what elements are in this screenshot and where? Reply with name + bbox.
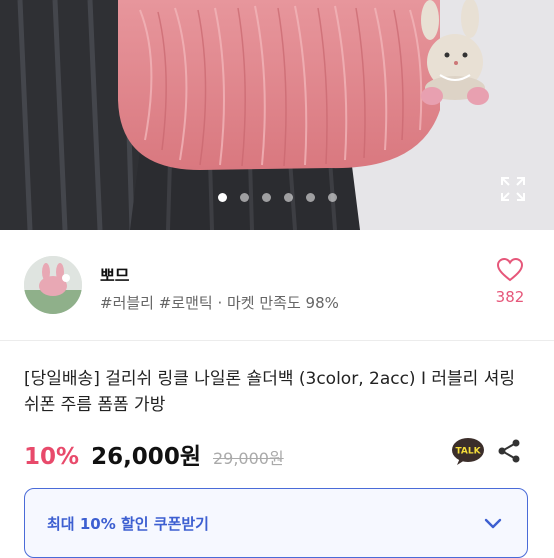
coupon-download-button[interactable]: 최대 10% 할인 쿠폰받기 <box>24 488 528 558</box>
carousel-dot[interactable] <box>305 192 315 202</box>
discount-rate: 10% <box>24 444 80 470</box>
chevron-down-icon <box>484 518 502 529</box>
seller-name[interactable]: 뽀므 <box>100 262 129 286</box>
sale-price: 26,000원 <box>91 444 201 470</box>
carousel-dot[interactable] <box>261 192 271 202</box>
coupon-label: 최대 10% 할인 쿠폰받기 <box>47 515 209 533</box>
seller-tags: #러블리 #로맨틱 · 마켓 만족도 98% <box>100 294 339 312</box>
seller-avatar[interactable] <box>24 256 82 314</box>
original-price: 29,000원 <box>212 449 284 468</box>
kakao-talk-icon[interactable]: TALK <box>451 438 485 466</box>
share-icon[interactable] <box>495 437 523 465</box>
like-count: 382 <box>495 288 525 306</box>
carousel-dot[interactable] <box>327 192 337 202</box>
talk-label: TALK <box>455 447 481 457</box>
carousel-indicators <box>0 190 554 204</box>
seller-info[interactable]: 뽀므 #러블리 #로맨틱 · 마켓 만족도 98% 382 <box>0 230 554 341</box>
carousel-dot-active[interactable] <box>217 192 227 202</box>
product-image[interactable] <box>0 0 554 230</box>
carousel-dot[interactable] <box>283 192 293 202</box>
product-title: [당일배송] 걸리쉬 링클 나일론 숄더백 (3color, 2acc) I 러… <box>24 369 515 415</box>
carousel-dot[interactable] <box>239 192 249 202</box>
heart-icon <box>496 257 524 282</box>
expand-icon[interactable] <box>499 175 527 203</box>
like-button[interactable]: 382 <box>486 257 534 306</box>
